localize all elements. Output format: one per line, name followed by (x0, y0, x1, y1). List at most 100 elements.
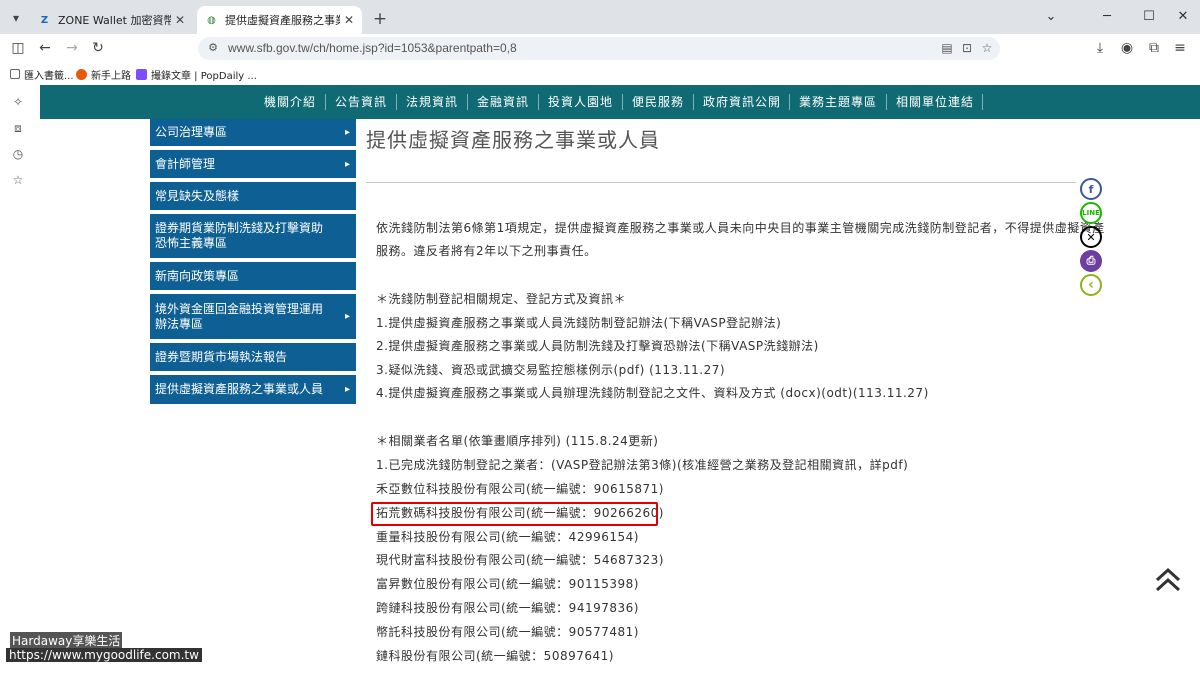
nav-item-services[interactable]: 便民服務 (632, 85, 684, 119)
zone-favicon-icon: Z (40, 14, 49, 26)
sidebar-toggle-icon[interactable]: ◫ (8, 38, 28, 58)
intro-text: 服務。違反者將有2年以下之刑事責任。 (376, 244, 597, 258)
sfb-favicon-icon: ◍ (207, 14, 216, 26)
company-item: 重量科技股份有限公司(統一編號：42996154) (376, 530, 639, 544)
nav-item-business-topics[interactable]: 業務主題專區 (799, 85, 877, 119)
tab-active[interactable]: ◍ 提供虛擬資產服務之事業或人員 ✕ (197, 6, 362, 34)
sidebar-item-label: 證券期貨業防制洗錢及打擊資助恐怖主義專區 (155, 221, 324, 250)
regulation-link[interactable]: 1.提供虛擬資產服務之事業或人員洗錢防制登記辦法(下稱VASP登記辦法) (376, 312, 781, 336)
title-divider (366, 182, 1076, 183)
registered-list-heading[interactable]: 1.已完成洗錢防制登記之業者：(VASP登記辦法第3條)(核准經營之業務及登記相… (376, 454, 908, 478)
facebook-share-icon[interactable]: f (1080, 178, 1102, 200)
account-icon[interactable]: ◉ (1117, 38, 1137, 58)
nav-item-related-links[interactable]: 相關單位連結 (896, 85, 974, 119)
nav-divider (467, 94, 468, 110)
forward-icon[interactable]: → (62, 38, 82, 58)
menu-icon[interactable]: ≡ (1170, 38, 1190, 58)
url-text[interactable]: www.sfb.gov.tw/ch/home.jsp?id=1053&paren… (228, 41, 517, 55)
sidebar-item-repatriated-funds[interactable]: 境外資金匯回金融投資管理運用辦法專區 ▸ (150, 294, 356, 341)
bookmark-label: 匯入書籤... (24, 70, 74, 82)
maximize-icon[interactable]: ☐ (1138, 8, 1160, 26)
tab-list-icon[interactable]: ▾ (8, 10, 24, 26)
company-item: 現代財富科技股份有限公司(統一編號：54687323) (376, 553, 664, 567)
nav-divider (789, 94, 790, 110)
import-icon (10, 69, 20, 79)
ai-chat-icon[interactable]: ✧ (9, 93, 27, 111)
nav-divider (325, 94, 326, 110)
bookmark-label: 撮錄文章 | PopDaily ... (151, 70, 257, 82)
new-tab-icon[interactable]: + (370, 9, 390, 29)
highlight-box (371, 502, 658, 526)
close-window-icon[interactable]: ✕ (1172, 8, 1194, 26)
sidebar-item-corporate-governance[interactable]: 公司治理專區 ▸ (150, 119, 356, 148)
sidebar-item-label: 公司治理專區 (155, 125, 228, 139)
bookmark-star-icon[interactable]: ☆ (979, 40, 995, 56)
sidebar-item-aml-cft[interactable]: 證券期貨業防制洗錢及打擊資助恐怖主義專區 (150, 214, 356, 260)
sidebar-item-label: 會計師管理 (155, 156, 216, 171)
company-item: 禾亞數位科技股份有限公司(統一編號：90615871) (376, 482, 664, 496)
sidebar-item-label: 常見缺失及態樣 (155, 188, 240, 203)
popdaily-icon (136, 68, 147, 80)
regulation-link[interactable]: 3.疑似洗錢、資恐或武擴交易監控態樣例示(pdf) (113.11.27) (376, 359, 725, 383)
watermark-url: https://www.mygoodlife.com.tw (6, 648, 202, 662)
extensions-icon[interactable]: ⧉ (1144, 38, 1164, 58)
back-icon[interactable]: ← (35, 38, 55, 58)
history-icon[interactable]: ◷ (9, 145, 27, 163)
site-info-icon[interactable]: ⚙ (206, 41, 220, 55)
bookmarks-icon[interactable]: ☆ (9, 171, 27, 189)
sidebar-item-label: 新南向政策專區 (155, 268, 240, 283)
chevron-right-icon: ▸ (344, 384, 350, 395)
back-arrow-icon[interactable]: ‹ (1080, 274, 1102, 296)
print-icon[interactable]: ⎙ (1080, 250, 1102, 272)
nav-divider (693, 94, 694, 110)
nav-divider (396, 94, 397, 110)
sidebar-item-enforcement-report[interactable]: 證券暨期貨市場執法報告 (150, 343, 356, 373)
nav-divider (886, 94, 887, 110)
nav-item-gov-info[interactable]: 政府資訊公開 (703, 85, 781, 119)
sidebar-item-common-deficiencies[interactable]: 常見缺失及態樣 (150, 182, 356, 212)
tab-title: ZONE Wallet 加密資幣交易所｜ (58, 14, 171, 27)
close-tab-icon[interactable]: ✕ (344, 13, 354, 27)
regulation-link[interactable]: 2.提供虛擬資產服務之事業或人員防制洗錢及打擊資恐辦法(下稱VASP洗錢辦法) (376, 335, 819, 359)
minimize-icon[interactable]: ─ (1096, 8, 1118, 26)
watermark-title: Hardaway享樂生活 (10, 632, 123, 649)
bookmark-import[interactable]: 匯入書籤... (10, 66, 74, 82)
nav-divider (982, 94, 983, 110)
bookmark-label: 新手上路 (91, 70, 131, 82)
intro-text: 依洗錢防制法第6條第1項規定，提供虛擬資產服務之事業或人員未向中央目的事業主管機… (376, 221, 1105, 235)
bookmark-getting-started[interactable]: 新手上路 (76, 66, 131, 82)
regulation-link[interactable]: 4.提供虛擬資產服務之事業或人員辦理洗錢防制登記之文件、資料及方式 (docx)… (376, 382, 929, 406)
x-share-icon[interactable]: ✕ (1080, 226, 1102, 248)
page-title: 提供虛擬資產服務之事業或人員 (366, 128, 660, 152)
nav-item-announcements[interactable]: 公告資訊 (335, 85, 387, 119)
nav-item-about[interactable]: 機關介紹 (264, 85, 316, 119)
main-nav: 機關介紹 公告資訊 法規資訊 金融資訊 投資人園地 便民服務 政府資訊公開 業務… (40, 85, 1200, 119)
tab-title: 提供虛擬資產服務之事業或人員 (225, 14, 340, 27)
chevron-right-icon: ▸ (344, 127, 350, 138)
tab-search-icon[interactable]: ⌄ (1040, 8, 1062, 26)
sidebar-item-cpa-management[interactable]: 會計師管理 ▸ (150, 150, 356, 180)
sidebar-item-new-southbound[interactable]: 新南向政策專區 (150, 262, 356, 292)
sidebar-item-label: 證券暨期貨市場執法報告 (155, 349, 288, 364)
firefox-icon (76, 68, 87, 80)
scroll-to-top-icon[interactable] (1154, 566, 1182, 594)
close-tab-icon[interactable]: ✕ (175, 13, 185, 27)
nav-divider (622, 94, 623, 110)
company-item: 鏈科股份有限公司(統一編號：50897641) (376, 649, 614, 663)
nav-item-financial-info[interactable]: 金融資訊 (477, 85, 529, 119)
chevron-right-icon: ▸ (344, 158, 350, 170)
sidebar-item-vasp[interactable]: 提供虛擬資產服務之事業或人員 ▸ (150, 375, 356, 406)
nav-divider (538, 94, 539, 110)
company-item: 幣託科技股份有限公司(統一編號：90577481) (376, 625, 639, 639)
bookmark-popdaily[interactable]: 撮錄文章 | PopDaily ... (136, 66, 257, 82)
line-share-icon[interactable]: LINE (1080, 202, 1102, 224)
tab-zone-wallet[interactable]: Z ZONE Wallet 加密資幣交易所｜ ✕ (30, 6, 193, 34)
synced-tabs-icon[interactable]: ⧈ (9, 119, 27, 137)
screenshot-icon[interactable]: ⊡ (959, 40, 975, 56)
nav-item-regulations[interactable]: 法規資訊 (406, 85, 458, 119)
reload-icon[interactable]: ↻ (88, 38, 108, 58)
downloads-icon[interactable]: ⤓ (1090, 38, 1110, 58)
nav-item-investor[interactable]: 投資人園地 (548, 85, 613, 119)
section-heading: ＊洗錢防制登記相關規定、登記方式及資訊＊ (376, 292, 627, 306)
reader-view-icon[interactable]: ▤ (939, 40, 955, 56)
